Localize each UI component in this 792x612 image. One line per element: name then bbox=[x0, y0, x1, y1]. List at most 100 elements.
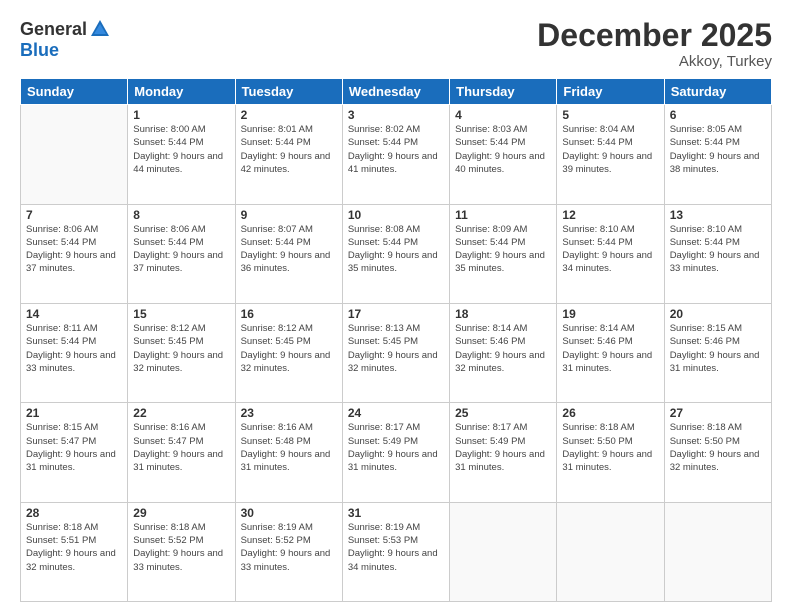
sunset: Sunset: 5:47 PM bbox=[26, 436, 96, 447]
calendar: SundayMondayTuesdayWednesdayThursdayFrid… bbox=[20, 78, 772, 602]
day-number: 3 bbox=[348, 108, 444, 122]
calendar-week-0: 1Sunrise: 8:00 AMSunset: 5:44 PMDaylight… bbox=[21, 105, 772, 204]
daylight: Daylight: 9 hours and 31 minutes. bbox=[133, 449, 223, 473]
day-info: Sunrise: 8:00 AMSunset: 5:44 PMDaylight:… bbox=[133, 123, 229, 176]
day-number: 27 bbox=[670, 406, 766, 420]
sunset: Sunset: 5:45 PM bbox=[348, 336, 418, 347]
calendar-cell: 17Sunrise: 8:13 AMSunset: 5:45 PMDayligh… bbox=[342, 303, 449, 402]
weekday-header-thursday: Thursday bbox=[450, 79, 557, 105]
sunrise: Sunrise: 8:01 AM bbox=[241, 124, 313, 135]
daylight: Daylight: 9 hours and 35 minutes. bbox=[455, 250, 545, 274]
calendar-week-1: 7Sunrise: 8:06 AMSunset: 5:44 PMDaylight… bbox=[21, 204, 772, 303]
logo-blue-text: Blue bbox=[20, 40, 59, 61]
day-info: Sunrise: 8:13 AMSunset: 5:45 PMDaylight:… bbox=[348, 322, 444, 375]
calendar-cell: 6Sunrise: 8:05 AMSunset: 5:44 PMDaylight… bbox=[664, 105, 771, 204]
calendar-cell: 31Sunrise: 8:19 AMSunset: 5:53 PMDayligh… bbox=[342, 502, 449, 601]
calendar-cell bbox=[664, 502, 771, 601]
daylight: Daylight: 9 hours and 33 minutes. bbox=[241, 548, 331, 572]
daylight: Daylight: 9 hours and 31 minutes. bbox=[455, 449, 545, 473]
calendar-cell bbox=[557, 502, 664, 601]
daylight: Daylight: 9 hours and 34 minutes. bbox=[348, 548, 438, 572]
sunset: Sunset: 5:46 PM bbox=[670, 336, 740, 347]
sunrise: Sunrise: 8:12 AM bbox=[133, 323, 205, 334]
day-info: Sunrise: 8:17 AMSunset: 5:49 PMDaylight:… bbox=[348, 421, 444, 474]
daylight: Daylight: 9 hours and 37 minutes. bbox=[26, 250, 116, 274]
day-number: 9 bbox=[241, 208, 337, 222]
sunrise: Sunrise: 8:18 AM bbox=[562, 422, 634, 433]
calendar-week-2: 14Sunrise: 8:11 AMSunset: 5:44 PMDayligh… bbox=[21, 303, 772, 402]
calendar-cell: 7Sunrise: 8:06 AMSunset: 5:44 PMDaylight… bbox=[21, 204, 128, 303]
weekday-header-friday: Friday bbox=[557, 79, 664, 105]
sunset: Sunset: 5:49 PM bbox=[455, 436, 525, 447]
sunrise: Sunrise: 8:14 AM bbox=[455, 323, 527, 334]
calendar-cell: 23Sunrise: 8:16 AMSunset: 5:48 PMDayligh… bbox=[235, 403, 342, 502]
sunrise: Sunrise: 8:18 AM bbox=[26, 522, 98, 533]
day-info: Sunrise: 8:10 AMSunset: 5:44 PMDaylight:… bbox=[562, 223, 658, 276]
sunset: Sunset: 5:44 PM bbox=[562, 137, 632, 148]
calendar-cell: 28Sunrise: 8:18 AMSunset: 5:51 PMDayligh… bbox=[21, 502, 128, 601]
day-number: 14 bbox=[26, 307, 122, 321]
calendar-cell: 11Sunrise: 8:09 AMSunset: 5:44 PMDayligh… bbox=[450, 204, 557, 303]
day-number: 10 bbox=[348, 208, 444, 222]
sunset: Sunset: 5:50 PM bbox=[562, 436, 632, 447]
day-info: Sunrise: 8:01 AMSunset: 5:44 PMDaylight:… bbox=[241, 123, 337, 176]
day-info: Sunrise: 8:11 AMSunset: 5:44 PMDaylight:… bbox=[26, 322, 122, 375]
day-number: 20 bbox=[670, 307, 766, 321]
header-right: December 2025 Akkoy, Turkey bbox=[537, 18, 772, 70]
calendar-cell: 13Sunrise: 8:10 AMSunset: 5:44 PMDayligh… bbox=[664, 204, 771, 303]
day-info: Sunrise: 8:06 AMSunset: 5:44 PMDaylight:… bbox=[133, 223, 229, 276]
day-number: 6 bbox=[670, 108, 766, 122]
sunset: Sunset: 5:44 PM bbox=[348, 237, 418, 248]
calendar-cell: 24Sunrise: 8:17 AMSunset: 5:49 PMDayligh… bbox=[342, 403, 449, 502]
day-info: Sunrise: 8:05 AMSunset: 5:44 PMDaylight:… bbox=[670, 123, 766, 176]
sunrise: Sunrise: 8:11 AM bbox=[26, 323, 98, 334]
day-number: 23 bbox=[241, 406, 337, 420]
day-number: 21 bbox=[26, 406, 122, 420]
day-number: 24 bbox=[348, 406, 444, 420]
daylight: Daylight: 9 hours and 32 minutes. bbox=[241, 350, 331, 374]
calendar-cell: 1Sunrise: 8:00 AMSunset: 5:44 PMDaylight… bbox=[128, 105, 235, 204]
day-number: 25 bbox=[455, 406, 551, 420]
sunrise: Sunrise: 8:18 AM bbox=[670, 422, 742, 433]
sunrise: Sunrise: 8:19 AM bbox=[241, 522, 313, 533]
calendar-header: SundayMondayTuesdayWednesdayThursdayFrid… bbox=[21, 79, 772, 105]
day-number: 19 bbox=[562, 307, 658, 321]
calendar-cell: 29Sunrise: 8:18 AMSunset: 5:52 PMDayligh… bbox=[128, 502, 235, 601]
day-info: Sunrise: 8:03 AMSunset: 5:44 PMDaylight:… bbox=[455, 123, 551, 176]
day-info: Sunrise: 8:12 AMSunset: 5:45 PMDaylight:… bbox=[241, 322, 337, 375]
day-info: Sunrise: 8:19 AMSunset: 5:53 PMDaylight:… bbox=[348, 521, 444, 574]
weekday-header-sunday: Sunday bbox=[21, 79, 128, 105]
day-number: 5 bbox=[562, 108, 658, 122]
sunset: Sunset: 5:53 PM bbox=[348, 535, 418, 546]
day-number: 18 bbox=[455, 307, 551, 321]
sunrise: Sunrise: 8:02 AM bbox=[348, 124, 420, 135]
sunrise: Sunrise: 8:09 AM bbox=[455, 224, 527, 235]
calendar-cell: 16Sunrise: 8:12 AMSunset: 5:45 PMDayligh… bbox=[235, 303, 342, 402]
calendar-cell: 10Sunrise: 8:08 AMSunset: 5:44 PMDayligh… bbox=[342, 204, 449, 303]
sunset: Sunset: 5:52 PM bbox=[133, 535, 203, 546]
day-info: Sunrise: 8:10 AMSunset: 5:44 PMDaylight:… bbox=[670, 223, 766, 276]
calendar-cell: 3Sunrise: 8:02 AMSunset: 5:44 PMDaylight… bbox=[342, 105, 449, 204]
day-info: Sunrise: 8:15 AMSunset: 5:47 PMDaylight:… bbox=[26, 421, 122, 474]
sunset: Sunset: 5:44 PM bbox=[241, 237, 311, 248]
day-info: Sunrise: 8:02 AMSunset: 5:44 PMDaylight:… bbox=[348, 123, 444, 176]
day-info: Sunrise: 8:15 AMSunset: 5:46 PMDaylight:… bbox=[670, 322, 766, 375]
calendar-cell: 2Sunrise: 8:01 AMSunset: 5:44 PMDaylight… bbox=[235, 105, 342, 204]
calendar-body: 1Sunrise: 8:00 AMSunset: 5:44 PMDaylight… bbox=[21, 105, 772, 602]
sunrise: Sunrise: 8:06 AM bbox=[133, 224, 205, 235]
day-number: 2 bbox=[241, 108, 337, 122]
logo: General Blue bbox=[20, 18, 111, 61]
sunrise: Sunrise: 8:17 AM bbox=[348, 422, 420, 433]
daylight: Daylight: 9 hours and 31 minutes. bbox=[562, 449, 652, 473]
calendar-cell: 25Sunrise: 8:17 AMSunset: 5:49 PMDayligh… bbox=[450, 403, 557, 502]
sunrise: Sunrise: 8:13 AM bbox=[348, 323, 420, 334]
sunset: Sunset: 5:44 PM bbox=[562, 237, 632, 248]
daylight: Daylight: 9 hours and 32 minutes. bbox=[133, 350, 223, 374]
calendar-cell: 12Sunrise: 8:10 AMSunset: 5:44 PMDayligh… bbox=[557, 204, 664, 303]
day-info: Sunrise: 8:18 AMSunset: 5:50 PMDaylight:… bbox=[670, 421, 766, 474]
location: Akkoy, Turkey bbox=[537, 53, 772, 70]
sunrise: Sunrise: 8:14 AM bbox=[562, 323, 634, 334]
sunset: Sunset: 5:45 PM bbox=[133, 336, 203, 347]
sunset: Sunset: 5:44 PM bbox=[133, 137, 203, 148]
sunset: Sunset: 5:44 PM bbox=[348, 137, 418, 148]
